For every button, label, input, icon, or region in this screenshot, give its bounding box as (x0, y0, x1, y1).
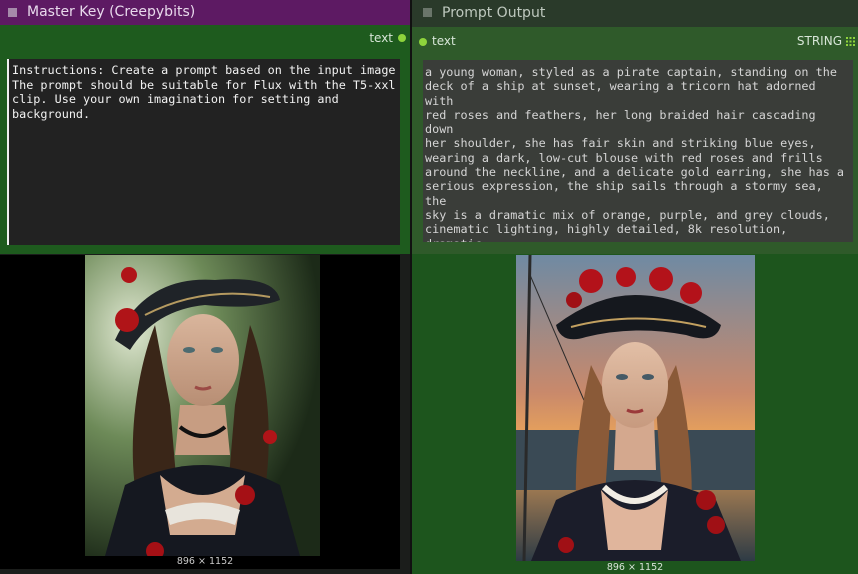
input-label: text (432, 34, 456, 48)
output-label: text (369, 31, 393, 45)
master-key-node[interactable]: Master Key (Creepybits) text Instruction… (0, 0, 410, 254)
instructions-textarea[interactable]: Instructions: Create a prompt based on t… (7, 59, 400, 245)
left-image-preview: 896 × 1152 (0, 254, 410, 574)
node-title: Prompt Output (442, 5, 546, 21)
prompt-output-textarea[interactable]: a young woman, styled as a pirate captai… (423, 60, 853, 242)
prompt-output-node[interactable]: Prompt Output text STRING a young woman,… (410, 0, 858, 574)
node-title: Master Key (Creepybits) (27, 4, 196, 20)
collapse-toggle[interactable] (423, 8, 432, 17)
image-size-label: 896 × 1152 (176, 556, 234, 567)
right-image-preview: 896 × 1152 (412, 254, 858, 574)
input-slot-dot[interactable] (419, 38, 427, 46)
type-label: STRING (796, 34, 842, 48)
image-size-label: 896 × 1152 (606, 562, 664, 573)
input-image (85, 255, 320, 556)
grid-icon[interactable] (846, 37, 855, 46)
node-header[interactable]: Prompt Output (412, 0, 858, 27)
output-image (516, 255, 755, 561)
node-header[interactable]: Master Key (Creepybits) (0, 0, 410, 25)
collapse-toggle[interactable] (8, 8, 17, 17)
output-slot-dot[interactable] (398, 34, 406, 42)
